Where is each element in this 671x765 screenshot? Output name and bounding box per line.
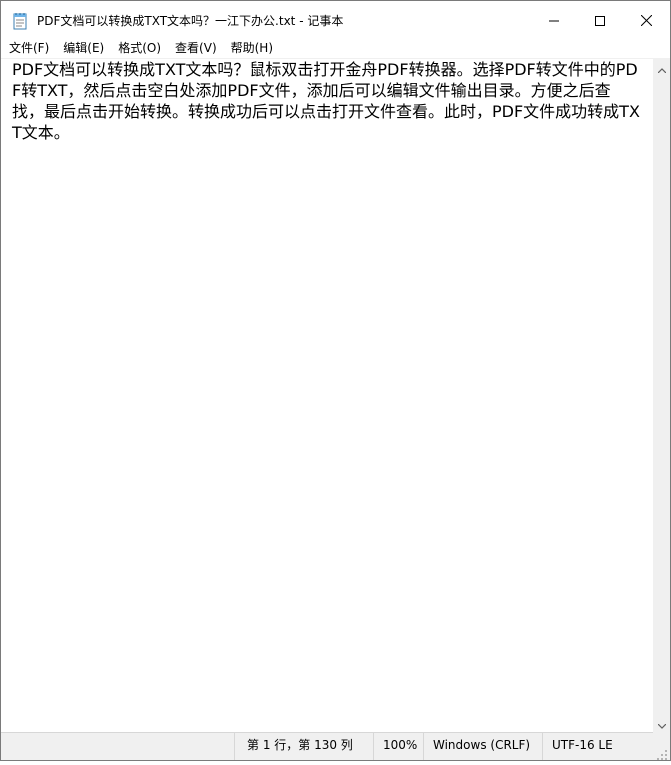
resize-grip-icon[interactable] <box>656 746 668 765</box>
menu-help[interactable]: 帮助(H) <box>224 39 280 58</box>
maximize-button[interactable] <box>577 1 623 39</box>
menu-edit[interactable]: 编辑(E) <box>56 39 111 58</box>
menu-file[interactable]: 文件(F) <box>1 39 56 58</box>
minimize-button[interactable] <box>531 1 577 39</box>
status-encoding: UTF-16 LE <box>542 733 653 760</box>
text-editor[interactable]: PDF文档可以转换成TXT文本吗？鼠标双击打开金舟PDF转换器。选择PDF转文件… <box>1 59 653 732</box>
menu-bar: 文件(F) 编辑(E) 格式(O) 查看(V) 帮助(H) <box>1 39 670 58</box>
maximize-icon <box>595 11 605 30</box>
status-zoom: 100% <box>373 733 423 760</box>
editor-content[interactable]: PDF文档可以转换成TXT文本吗？鼠标双击打开金舟PDF转换器。选择PDF转文件… <box>12 59 642 143</box>
status-bar: 第 1 行，第 130 列 100% Windows (CRLF) UTF-16… <box>1 732 653 760</box>
status-cursor-position: 第 1 行，第 130 列 <box>234 733 374 760</box>
scroll-down-button[interactable] <box>653 715 670 732</box>
chevron-down-icon <box>657 714 666 733</box>
chevron-up-icon <box>657 58 666 77</box>
minimize-icon <box>549 11 559 30</box>
vertical-scrollbar[interactable] <box>653 59 670 732</box>
window-title: PDF文档可以转换成TXT文本吗？一江下办公.txt - 记事本 <box>37 14 344 28</box>
menu-format[interactable]: 格式(O) <box>111 39 168 58</box>
notepad-window: PDF文档可以转换成TXT文本吗？一江下办公.txt - 记事本 文件(F) 编… <box>0 0 671 761</box>
close-button[interactable] <box>623 1 669 39</box>
menu-view[interactable]: 查看(V) <box>168 39 224 58</box>
notepad-icon <box>12 12 28 30</box>
title-bar[interactable]: PDF文档可以转换成TXT文本吗？一江下办公.txt - 记事本 <box>1 1 670 39</box>
scroll-up-button[interactable] <box>653 59 670 76</box>
close-icon <box>640 11 652 30</box>
status-line-ending: Windows (CRLF) <box>423 733 542 760</box>
